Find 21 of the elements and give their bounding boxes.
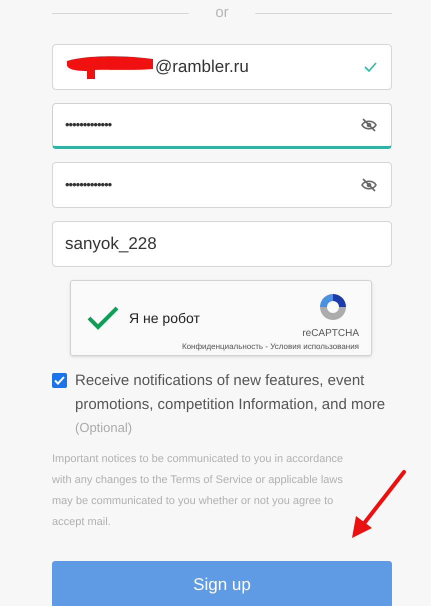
email-field[interactable]: @rambler.ru (52, 44, 392, 90)
password-field[interactable]: ••••••••••••• (52, 162, 392, 208)
username-value: sanyok_228 (65, 233, 158, 256)
email-value: @rambler.ru (155, 56, 249, 78)
checkbox-label: Receive notifications of new features, event promotions, competition Information, and more (75, 371, 386, 415)
optional-note: (Optional) (75, 419, 134, 437)
arrow-annotation (350, 468, 408, 540)
masked-password: ••••••••••••• (65, 176, 113, 194)
hidden-eye-icon[interactable] (361, 118, 377, 132)
masked-password: ••••••••••••• (65, 116, 113, 134)
captcha-label: Я не робот (129, 308, 200, 328)
password-field[interactable]: ••••••••••••• (52, 103, 392, 149)
divider-label: or (214, 2, 230, 23)
checkbox[interactable] (52, 373, 67, 388)
hidden-eye-icon[interactable] (361, 178, 377, 192)
notice-text: Important notices to be communicated to you in accordance with any changes to the Terms of Service or applicable laws may be communicated to you whether or not you agree to accept mail. (52, 452, 344, 530)
recaptcha-brand: reCAPTCHA (302, 327, 359, 341)
username-field[interactable]: sanyok_228 (52, 221, 392, 267)
recaptcha-logo-icon (317, 291, 349, 323)
captcha-links[interactable]: Конфиденциальность - Условия использования (182, 341, 359, 353)
captcha-check-icon[interactable] (87, 306, 119, 330)
